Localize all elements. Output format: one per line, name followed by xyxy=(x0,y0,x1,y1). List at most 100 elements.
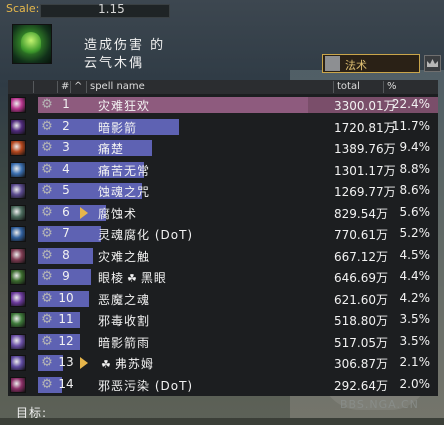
table-row[interactable]: ⚙ 9 眼棱 ☘ 黑眼 646.69万 4.4% xyxy=(8,268,438,286)
table-row[interactable]: ⚙ 14 邪恶污染 (DoT) 292.64万 2.0% xyxy=(8,376,438,394)
table-row[interactable]: ⚙ 1 灾难狂欢 3300.01万 22.4% xyxy=(8,96,438,114)
table-header: # ^ spell name total % xyxy=(8,80,438,94)
row-number: 7 xyxy=(62,226,70,240)
header-icon-col xyxy=(8,81,34,93)
spell-name-text: 暗影箭雨 xyxy=(98,335,151,350)
spell-icon xyxy=(10,140,26,156)
damage-total: 292.64万 xyxy=(334,378,388,393)
gear-icon[interactable]: ⚙ xyxy=(40,270,54,284)
damage-total: 1269.77万 xyxy=(334,185,396,199)
table-row[interactable]: ⚙ 4 痛苦无常 1301.17万 8.8% xyxy=(8,161,438,179)
table-row[interactable]: ⚙ 2 暗影箭 1720.81万 11.7% xyxy=(8,118,438,136)
gear-icon[interactable]: ⚙ xyxy=(40,356,54,370)
spell-name-text: 腐蚀术 xyxy=(98,206,138,221)
damage-total: 646.69万 xyxy=(334,271,388,285)
table-row[interactable]: ⚙ 7 灵魂腐化 (DoT) 770.61万 5.2% xyxy=(8,225,438,243)
damage-percent: 11.7% xyxy=(391,118,430,133)
spell-name-text: 邪恶污染 (DoT) xyxy=(98,378,194,393)
spell-name-text: 痛苦无常 xyxy=(98,163,151,178)
header-sort[interactable]: ^ xyxy=(71,81,87,93)
gear-icon[interactable]: ⚙ xyxy=(40,98,54,112)
spell-icon xyxy=(10,118,26,135)
school-filter-dropdown[interactable]: 法术 xyxy=(322,54,420,73)
gear-icon[interactable]: ⚙ xyxy=(40,313,54,327)
row-number: 9 xyxy=(62,269,70,283)
spell-icon xyxy=(10,376,26,393)
gear-icon[interactable]: ⚙ xyxy=(40,184,54,198)
pet-name: 弗苏姆 xyxy=(114,357,154,371)
damage-percent: 5.6% xyxy=(399,204,431,219)
spell-name: 暗影箭 xyxy=(98,119,137,136)
table-row[interactable]: ⚙ 12 暗影箭雨 517.05万 3.5% xyxy=(8,333,438,351)
damage-total: 517.05万 xyxy=(334,335,388,350)
damage-percent: 9.4% xyxy=(399,140,431,154)
table-row[interactable]: ⚙ 10 恶魔之魂 621.60万 4.2% xyxy=(8,290,438,308)
spell-name: 恶魔之魂 xyxy=(98,291,150,308)
table-row[interactable]: ⚙ 11 邪毒收割 518.80万 3.5% xyxy=(8,311,438,329)
gear-icon[interactable]: ⚙ xyxy=(40,334,54,349)
damage-percent: 4.2% xyxy=(399,290,431,305)
expand-arrow-icon[interactable] xyxy=(80,206,88,219)
spell-name-text: 灾难之触 xyxy=(98,249,151,264)
spell-name: 邪恶污染 (DoT) xyxy=(98,377,193,394)
damage-total: 3300.01万 xyxy=(334,99,396,113)
spell-icon xyxy=(10,312,26,328)
gear-icon[interactable]: ⚙ xyxy=(40,205,54,220)
crown-icon xyxy=(427,59,438,67)
menu-crown-button[interactable] xyxy=(424,55,441,72)
table-row[interactable]: ⚙ 13 ☘ 弗苏姆 306.87万 2.1% xyxy=(8,354,438,372)
spell-icon xyxy=(10,333,26,350)
header-spell-name[interactable]: spell name xyxy=(87,81,334,93)
pet-name: 黑眼 xyxy=(140,271,167,285)
gear-icon[interactable]: ⚙ xyxy=(40,377,54,392)
spell-name-text: 恶魔之魂 xyxy=(98,292,151,307)
row-number: 2 xyxy=(62,118,70,133)
spell-name-text: 邪毒收割 xyxy=(98,314,151,328)
row-number: 6 xyxy=(62,204,70,219)
watermark: BBS.NGA.CN xyxy=(340,398,419,411)
table-row[interactable]: ⚙ 3 痛楚 1389.76万 9.4% xyxy=(8,139,438,157)
table-row[interactable]: ⚙ 6 腐蚀术 829.54万 5.6% xyxy=(8,204,438,222)
row-number: 12 xyxy=(58,333,74,348)
gear-icon[interactable]: ⚙ xyxy=(40,248,54,263)
row-number: 11 xyxy=(58,312,74,326)
spell-name-text: 眼棱 xyxy=(98,271,125,285)
damage-percent: 8.6% xyxy=(399,183,431,197)
damage-bar xyxy=(38,97,308,113)
damage-total: 306.87万 xyxy=(334,357,388,371)
row-number: 8 xyxy=(62,247,70,262)
gear-icon[interactable]: ⚙ xyxy=(40,227,54,241)
paw-icon: ☘ xyxy=(101,358,112,371)
spell-name: 灾难之触 xyxy=(98,248,150,265)
spell-name-text: 灾难狂欢 xyxy=(98,99,151,113)
table-row[interactable]: ⚙ 8 灾难之触 667.12万 4.5% xyxy=(8,247,438,265)
damage-percent: 4.5% xyxy=(399,247,431,262)
spell-name-text: 痛楚 xyxy=(98,142,125,156)
spell-damage-table: # ^ spell name total % ⚙ 1 灾难狂欢 3300.01万 22.… xyxy=(8,80,438,396)
row-number: 1 xyxy=(62,97,70,111)
expand-arrow-icon[interactable] xyxy=(80,357,88,369)
damage-percent: 2.0% xyxy=(399,376,431,391)
header-number[interactable]: # xyxy=(58,81,71,93)
damage-percent: 8.8% xyxy=(399,161,431,176)
spell-name: 痛楚 xyxy=(98,140,124,157)
spell-name: 邪毒收割 xyxy=(98,312,150,329)
gear-icon[interactable]: ⚙ xyxy=(40,141,54,155)
damage-total: 770.61万 xyxy=(334,228,388,242)
spell-icon xyxy=(10,97,26,113)
gear-icon[interactable]: ⚙ xyxy=(40,162,54,177)
target-portrait[interactable] xyxy=(12,24,52,64)
damage-total: 1389.76万 xyxy=(334,142,396,156)
header-total[interactable]: total xyxy=(334,81,384,93)
header-percent[interactable]: % xyxy=(384,81,438,93)
damage-total: 1720.81万 xyxy=(334,120,396,135)
damage-total: 1301.17万 xyxy=(334,163,396,178)
spell-name: 灾难狂欢 xyxy=(98,97,150,114)
gear-icon[interactable]: ⚙ xyxy=(40,119,54,134)
spell-icon xyxy=(10,269,26,285)
table-row[interactable]: ⚙ 5 蚀魂之咒 1269.77万 8.6% xyxy=(8,182,438,200)
gear-icon[interactable]: ⚙ xyxy=(40,291,54,306)
damage-total: 829.54万 xyxy=(334,206,388,221)
damage-percent: 22.4% xyxy=(391,97,430,111)
meter-title-line1: 造成伤害 的 xyxy=(84,38,166,53)
